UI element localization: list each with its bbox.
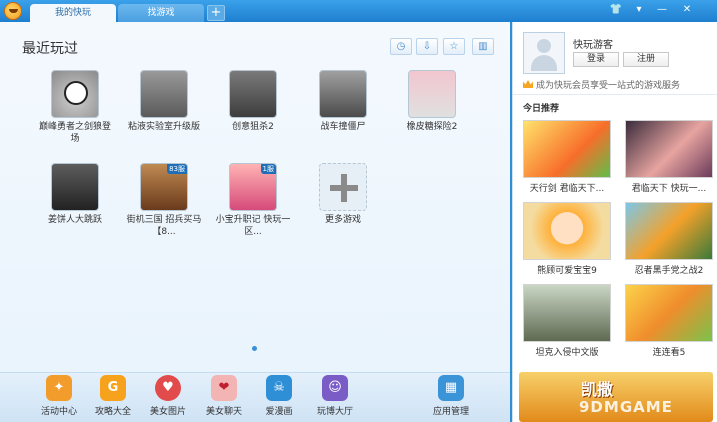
recommend-image[interactable]: [625, 284, 713, 342]
server-badge: 1服: [260, 164, 276, 174]
close-button[interactable]: ✕: [678, 2, 696, 18]
recommend-label: 熊顾可爱宝宝9: [537, 266, 597, 276]
game-thumbnail[interactable]: [319, 70, 367, 118]
dock-label: 玩博大厅: [316, 407, 353, 417]
register-button[interactable]: 注册: [623, 52, 669, 67]
menu-icon[interactable]: ▾: [630, 2, 648, 18]
dock-label: 美女图片: [149, 407, 186, 417]
dock-item-guide[interactable]: G 攻略大全: [85, 375, 141, 417]
dock-label: 攻略大全: [94, 407, 131, 417]
server-badge: 83服: [167, 164, 187, 174]
login-button[interactable]: 登录: [573, 52, 619, 67]
recommend-image[interactable]: [625, 202, 713, 260]
watermark: 9DMGAME: [579, 398, 673, 416]
recommend-label: 坦克入侵中文版: [535, 348, 599, 358]
star-icon[interactable]: ☆: [443, 38, 465, 55]
dock-label: 应用管理: [432, 407, 469, 417]
dock-label: 活动中心: [40, 407, 77, 417]
game-tile[interactable]: 巅峰勇者之剑狼登场: [36, 70, 114, 145]
game-thumbnail[interactable]: [229, 70, 277, 118]
game-label: 粘液实验室升级版: [127, 122, 200, 132]
game-label: 小宝升职记 快玩一区...: [215, 215, 291, 237]
game-label: 创意狙杀2: [232, 122, 274, 132]
divider: [513, 94, 717, 95]
sidebar: 快玩游客 登录 注册 成为快玩会员享受一站式的游戏服务 今日推荐 天行剑 君临天…: [512, 22, 717, 422]
game-thumbnail[interactable]: 1服: [229, 163, 277, 211]
game-label: 战车撞僵尸: [320, 122, 366, 132]
lips-icon: ❤: [211, 375, 237, 401]
game-thumbnail[interactable]: [51, 70, 99, 118]
game-tile[interactable]: 战车撞僵尸: [304, 70, 382, 133]
recommend-image[interactable]: [523, 120, 611, 178]
more-games-tile[interactable]: 更多游戏: [304, 163, 382, 226]
chat-icon: ☺: [322, 375, 348, 401]
recommend-label: 君临天下 快玩一...: [631, 184, 707, 194]
member-promo[interactable]: 成为快玩会员享受一站式的游戏服务: [523, 78, 680, 91]
gift-icon: ✦: [46, 375, 72, 401]
game-label: 巅峰勇者之剑狼登场: [38, 122, 111, 144]
game-thumbnail[interactable]: [51, 163, 99, 211]
section-title: 最近玩过: [22, 41, 78, 57]
dock-label: 美女聊天: [205, 407, 242, 417]
banner-text: 凯撒: [581, 380, 614, 399]
tab-my-games[interactable]: 我的快玩: [30, 4, 116, 22]
plus-icon[interactable]: [319, 163, 367, 211]
promo-text: 成为快玩会员享受一站式的游戏服务: [536, 81, 681, 91]
game-tile[interactable]: 粘液实验室升级版: [125, 70, 203, 133]
guide-icon: G: [100, 375, 126, 401]
crown-icon: [523, 80, 533, 88]
dock-label: 爱漫画: [265, 407, 293, 417]
recommend-image[interactable]: [625, 120, 713, 178]
game-tile[interactable]: 创意狙杀2: [214, 70, 292, 133]
dock-item-apps[interactable]: ▦ 应用管理: [423, 375, 479, 417]
main-panel: 最近玩过 ◷ ⇩ ☆ ▥ 巅峰勇者之剑狼登场 粘液实验室升级版 创意狙杀2 战车…: [0, 22, 510, 422]
app-logo-icon: [4, 2, 22, 20]
apps-grid-icon: ▦: [438, 375, 464, 401]
download-icon[interactable]: ⇩: [416, 38, 438, 55]
title-bar: 我的快玩 找游戏 + 👕 ▾ — ✕: [0, 0, 717, 22]
recommend-item[interactable]: 坦克入侵中文版: [523, 284, 611, 358]
dock-item-comics[interactable]: ☠ 爱漫画: [251, 375, 307, 417]
skin-icon[interactable]: 👕: [607, 2, 625, 18]
game-tile[interactable]: 1服 小宝升职记 快玩一区...: [214, 163, 292, 238]
recommend-item[interactable]: 连连看5: [625, 284, 713, 358]
game-tile[interactable]: 83服 街机三国 招兵买马 【8...: [125, 163, 203, 238]
game-label: 姜饼人大跳跃: [47, 215, 102, 225]
recommend-label: 忍者黑手党之战2: [634, 266, 704, 276]
skull-icon: ☠: [266, 375, 292, 401]
game-thumbnail[interactable]: 83服: [140, 163, 188, 211]
recommend-item[interactable]: 君临天下 快玩一...: [625, 120, 713, 194]
add-tab-button[interactable]: +: [207, 5, 225, 21]
game-label: 橡皮糖探险2: [406, 122, 458, 132]
recommend-label: 天行剑 君临天下...: [529, 184, 605, 194]
recommend-label: 连连看5: [652, 348, 686, 358]
recommend-item[interactable]: 忍者黑手党之战2: [625, 202, 713, 276]
game-tile[interactable]: 姜饼人大跳跃: [36, 163, 114, 226]
tab-find-games[interactable]: 找游戏: [118, 4, 204, 22]
heart-icon: ♥: [155, 375, 181, 401]
promo-banner[interactable]: 凯撒 9DMGAME: [519, 372, 713, 422]
app-dock: ✦ 活动中心 G 攻略大全 ♥ 美女图片 ❤ 美女聊天 ☠ 爱漫画 ☺ 玩博大厅…: [0, 372, 510, 422]
recommend-item[interactable]: 熊顾可爱宝宝9: [523, 202, 611, 276]
dock-item-activity[interactable]: ✦ 活动中心: [31, 375, 87, 417]
game-tile[interactable]: 橡皮糖探险2: [393, 70, 471, 133]
trash-icon[interactable]: ▥: [472, 38, 494, 55]
pager-dot[interactable]: [252, 346, 257, 351]
clock-icon[interactable]: ◷: [390, 38, 412, 55]
recommend-image[interactable]: [523, 284, 611, 342]
avatar[interactable]: [523, 32, 565, 74]
game-art: [64, 81, 88, 105]
recommend-image[interactable]: [523, 202, 611, 260]
game-thumbnail[interactable]: [408, 70, 456, 118]
username: 快玩游客: [573, 40, 613, 51]
minimize-button[interactable]: —: [653, 2, 671, 18]
dock-item-photos[interactable]: ♥ 美女图片: [140, 375, 196, 417]
dock-item-chat[interactable]: ❤ 美女聊天: [196, 375, 252, 417]
game-thumbnail[interactable]: [140, 70, 188, 118]
game-label: 更多游戏: [324, 215, 361, 225]
game-label: 街机三国 招兵买马 【8...: [126, 215, 202, 237]
dock-item-hall[interactable]: ☺ 玩博大厅: [307, 375, 363, 417]
recommend-item[interactable]: 天行剑 君临天下...: [523, 120, 611, 194]
recommend-title: 今日推荐: [523, 104, 560, 114]
